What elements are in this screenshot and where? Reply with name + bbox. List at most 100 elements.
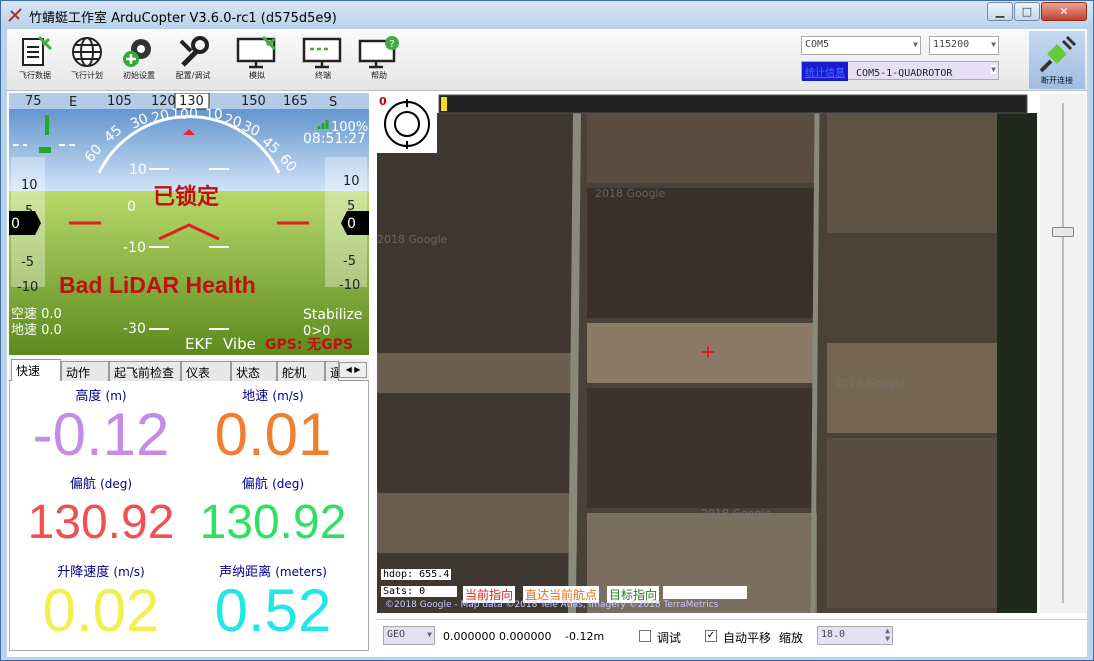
zoom-slider-handle[interactable] [1052, 227, 1074, 237]
toolbar: 飞行数据 飞行计划 初始设置 配置/调试 模拟 终端 ? 帮助 COM5 ▼ 1… [7, 29, 1087, 91]
debug-checkbox[interactable] [639, 630, 651, 642]
toolbar-flight-data[interactable]: 飞行数据 [9, 31, 61, 89]
alt-tick: -5 [343, 254, 356, 269]
airspeed-text: 空速 0.0 [11, 307, 62, 322]
map-view[interactable]: 0 2018 Google 2018 Google 2018 Google 20… [377, 93, 1037, 613]
quick-climb-rate[interactable]: 升降速度 (m/s) 0.02 [16, 561, 186, 642]
connect-label: 断开连接 [1041, 76, 1073, 85]
tab-scroll-buttons[interactable]: ◀ ▶ [339, 362, 367, 378]
warning-text: Bad LiDAR Health [59, 272, 256, 298]
quick-sonar-range[interactable]: 声纳距离 (meters) 0.52 [188, 561, 358, 642]
link-name: COM5-1-QUADROTOR [856, 68, 953, 79]
chevron-down-icon: ▼ [991, 65, 996, 74]
groundspeed-text: 地速 0.0 [11, 323, 62, 338]
port-value: COM5 [805, 39, 830, 50]
port-select[interactable]: COM5 ▼ [801, 36, 921, 55]
ekf-status[interactable]: EKF [185, 335, 213, 353]
connect-button[interactable]: 断开连接 [1029, 31, 1085, 89]
coord-type-select[interactable]: GEO ▼ [383, 626, 435, 645]
window-title: 竹蜻蜓工作室 ArduCopter V3.6.0-rc1 (d575d5e9) [29, 11, 337, 26]
speed-box-value: 0 [11, 216, 20, 232]
toolbar-label: 帮助 [371, 71, 387, 80]
quick-value: 130.92 [27, 496, 175, 549]
quick-label: 偏航 [69, 477, 96, 492]
pitch-tick: 10 [129, 162, 147, 178]
toolbar-label: 模拟 [249, 71, 265, 80]
hdop-text: hdop: 655.4 [381, 569, 452, 580]
tab-actions[interactable]: 动作 [61, 361, 109, 381]
map-status-bar: GEO ▼ 0.000000 0.000000 -0.12m 调试 ✓ 自动平移 … [377, 619, 1087, 653]
toolbar-simulation[interactable]: 模拟 [231, 31, 283, 89]
tab-status[interactable]: 状态 [231, 361, 277, 381]
toolbar-label: 初始设置 [123, 71, 155, 80]
tab-preflight[interactable]: 起飞前检查 [109, 361, 181, 381]
minimize-button[interactable]: ▁ [987, 2, 1013, 21]
toolbar-terminal[interactable]: 终端 [297, 31, 349, 89]
heading-tick: 150 [241, 94, 266, 109]
chevron-down-icon: ▼ [913, 40, 918, 49]
tab-servo[interactable]: 舵机 [277, 361, 325, 381]
toolbar-flight-plan[interactable]: 飞行计划 [61, 31, 113, 89]
quick-yaw-2[interactable]: 偏航 (deg) 130.92 [188, 473, 358, 554]
roll-tick: 10 [171, 107, 189, 123]
alt-tick: 10 [343, 174, 360, 189]
baud-value: 115200 [933, 39, 970, 50]
heading-tick: S [329, 95, 337, 110]
quick-unit: (deg) [100, 477, 133, 491]
toolbar-help[interactable]: ? 帮助 [353, 31, 405, 89]
quick-value: 0.02 [42, 577, 160, 644]
quick-groundspeed[interactable]: 地速 (m/s) 0.01 [188, 385, 358, 466]
zoom-value: 18.0 [821, 629, 846, 640]
alt-box-value: 0 [347, 216, 356, 232]
quick-yaw[interactable]: 偏航 (deg) 130.92 [16, 473, 186, 554]
quick-value: -0.12 [32, 401, 170, 468]
longitude-value: 0.000000 [499, 630, 552, 643]
app-icon [8, 8, 22, 22]
autopan-checkbox[interactable]: ✓ [705, 630, 717, 642]
debug-label: 调试 [657, 631, 682, 645]
tab-gauges[interactable]: 仪表 [181, 361, 231, 381]
toolbar-label: 飞行计划 [71, 71, 103, 80]
satellite-imagery: 0 2018 Google 2018 Google 2018 Google 20… [377, 93, 1037, 613]
flight-mode: Stabilize [303, 307, 362, 323]
pitch-tick: -10 [123, 240, 146, 256]
speed-tick: -5 [21, 255, 34, 270]
quick-label: 偏航 [241, 477, 268, 492]
help-icon: ? [358, 36, 399, 69]
link-stats-link[interactable]: 统计信息 [802, 62, 848, 81]
speed-tick: 10 [21, 178, 38, 193]
quick-altitude[interactable]: 高度 (m) -0.12 [16, 385, 186, 466]
map-watermark: 2018 Google [835, 377, 906, 390]
terminal-icon [302, 37, 342, 69]
vibe-status[interactable]: Vibe [223, 335, 256, 353]
gps-status: GPS: 无GPS [265, 337, 353, 353]
clock-time: 08:51:27 [303, 131, 366, 147]
toolbar-config-tuning[interactable]: 配置/调试 [167, 31, 219, 89]
coord-type-value: GEO [387, 629, 406, 640]
climb-indicator-bar [39, 147, 51, 153]
gear-plus-icon [123, 39, 151, 67]
pitch-tick: 0 [127, 199, 136, 215]
main-client: 飞行数据 飞行计划 初始设置 配置/调试 模拟 终端 ? 帮助 COM5 ▼ 1… [7, 29, 1087, 657]
baud-select[interactable]: 115200 ▼ [929, 36, 999, 55]
flight-data-icon [22, 35, 53, 66]
tab-quick[interactable]: 快速 [11, 359, 61, 382]
toolbar-initial-setup[interactable]: 初始设置 [113, 31, 165, 89]
chevron-down-icon: ▼ [427, 630, 432, 639]
climb-indicator [45, 115, 49, 135]
chevron-down-icon: ▼ [991, 40, 996, 49]
compass-value: 0 [379, 95, 387, 108]
title-bar: 竹蜻蜓工作室 ArduCopter V3.6.0-rc1 (d575d5e9) … [1, 1, 1093, 29]
progress-bar [438, 94, 1028, 114]
tab-bar: 快速 动作 起飞前检查 仪表 状态 舵机 遥 ◀ ▶ [9, 359, 369, 382]
pitch-tick: -30 [123, 321, 146, 337]
tab-telemetry[interactable]: 遥 [325, 361, 339, 381]
zoom-input[interactable]: 18.0 ▲ ▼ [817, 626, 893, 645]
link-select[interactable]: 统计信息 COM5-1-QUADROTOR ▼ [801, 61, 999, 81]
toolbar-label: 飞行数据 [19, 71, 51, 80]
zoom-slider[interactable] [1040, 93, 1086, 613]
quick-view: 高度 (m) -0.12 地速 (m/s) 0.01 偏航 (deg) 130.… [9, 381, 369, 651]
armed-status: 已锁定 [153, 184, 219, 210]
close-button[interactable]: ✕ [1041, 2, 1087, 21]
maximize-button[interactable]: □ [1014, 2, 1040, 21]
